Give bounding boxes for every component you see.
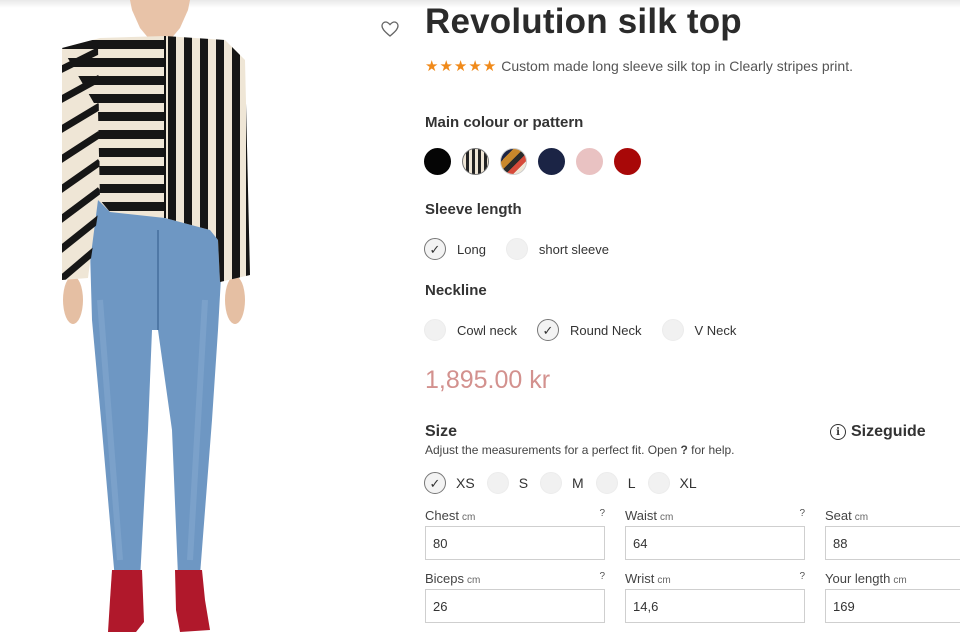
- star-icon: ★: [482, 57, 497, 75]
- field-label: Chest: [425, 508, 459, 523]
- size-option-xs[interactable]: ✓ XS: [424, 472, 475, 494]
- size-option-xl[interactable]: XL: [647, 472, 697, 494]
- info-icon: i: [830, 424, 846, 440]
- field-label: Waist: [625, 508, 658, 523]
- radio[interactable]: [505, 238, 528, 260]
- unit-label: cm: [467, 575, 481, 586]
- field-seat: Seat cm: [825, 508, 960, 560]
- sleeve-option-short[interactable]: short sleeve: [505, 238, 610, 260]
- option-label: Round Neck: [569, 322, 642, 338]
- swatch-pattern[interactable]: [500, 148, 527, 175]
- option-label: XS: [456, 475, 475, 491]
- chest-input[interactable]: [425, 526, 605, 560]
- size-help-prefix: Adjust the measurements for a perfect fi…: [425, 443, 681, 457]
- unit-label: cm: [893, 575, 907, 586]
- colour-label: Main colour or pattern: [425, 114, 584, 131]
- size-options: ✓ XS S M L XL: [424, 472, 709, 494]
- field-label: Biceps: [425, 571, 465, 586]
- radio-selected[interactable]: ✓: [424, 472, 446, 494]
- field-biceps: Biceps cm?: [425, 571, 605, 623]
- star-icon: ★: [439, 57, 453, 75]
- field-label: Seat: [825, 508, 852, 523]
- check-icon: ✓: [429, 475, 441, 491]
- field-label: Wrist: [625, 571, 655, 586]
- length-input[interactable]: [825, 589, 960, 623]
- neckline-option-cowl[interactable]: Cowl neck: [424, 319, 517, 341]
- field-waist: Waist cm?: [625, 508, 805, 560]
- sleeve-options: ✓ Long short sleeve: [424, 238, 629, 260]
- sleeve-label: Sleeve length: [425, 201, 522, 218]
- field-wrist: Wrist cm?: [625, 571, 805, 623]
- star-icon: ★: [453, 57, 468, 75]
- product-description: Custom made long sleeve silk top in Clea…: [501, 58, 853, 74]
- rating-row: ★ ★ ★ ★ ★ Custom made long sleeve silk t…: [425, 58, 853, 74]
- unit-label: cm: [657, 575, 671, 586]
- radio-selected[interactable]: ✓: [424, 238, 446, 260]
- radio[interactable]: [595, 472, 618, 494]
- sizeguide-label: Sizeguide: [851, 423, 926, 440]
- product-title: Revolution silk top: [425, 2, 742, 41]
- option-label: short sleeve: [538, 241, 610, 257]
- heart-icon[interactable]: [380, 19, 400, 39]
- help-icon[interactable]: ?: [799, 508, 805, 523]
- size-option-l[interactable]: L: [595, 472, 636, 494]
- field-label: Your length: [825, 571, 891, 586]
- radio[interactable]: [486, 472, 509, 494]
- unit-label: cm: [660, 512, 674, 523]
- unit-label: cm: [461, 512, 476, 523]
- swatch-navy[interactable]: [538, 148, 565, 175]
- swatch-stripes[interactable]: [462, 148, 489, 175]
- radio[interactable]: [540, 472, 563, 494]
- help-icon[interactable]: ?: [680, 443, 687, 457]
- neckline-option-round[interactable]: ✓ Round Neck: [536, 319, 642, 341]
- swatch-red[interactable]: [614, 148, 641, 175]
- option-label: Long: [457, 241, 486, 257]
- option-label: Cowl neck: [457, 322, 517, 338]
- field-chest: Chest cm?: [425, 508, 605, 560]
- radio[interactable]: [661, 319, 684, 341]
- size-title: Size: [425, 423, 458, 440]
- swatch-black[interactable]: [424, 148, 451, 175]
- help-icon[interactable]: ?: [799, 571, 805, 586]
- neckline-option-v[interactable]: V Neck: [661, 319, 737, 341]
- option-label: XL: [679, 475, 697, 491]
- unit-label: cm: [854, 512, 869, 523]
- option-label: S: [518, 475, 529, 491]
- option-label: M: [572, 475, 584, 491]
- seat-input[interactable]: [825, 526, 960, 560]
- help-icon[interactable]: ?: [599, 571, 605, 586]
- product-image: [40, 0, 290, 632]
- radio[interactable]: [647, 472, 670, 494]
- neckline-options: Cowl neck ✓ Round Neck V Neck: [424, 319, 756, 341]
- size-help-suffix: for help.: [687, 443, 735, 457]
- wrist-input[interactable]: [625, 589, 805, 623]
- waist-input[interactable]: [625, 526, 805, 560]
- check-icon: ✓: [542, 322, 554, 338]
- sizeguide-link[interactable]: i Sizeguide: [830, 423, 926, 441]
- option-label: V Neck: [694, 322, 737, 338]
- star-icon: ★: [468, 57, 482, 75]
- option-label: L: [627, 475, 636, 491]
- radio[interactable]: [424, 319, 446, 341]
- size-option-s[interactable]: S: [486, 472, 529, 494]
- sleeve-option-long[interactable]: ✓ Long: [424, 238, 486, 260]
- swatch-pink[interactable]: [576, 148, 603, 175]
- radio-selected[interactable]: ✓: [536, 319, 559, 341]
- price: 1,895.00 kr: [425, 366, 551, 394]
- colour-swatches: [424, 148, 641, 175]
- neckline-label: Neckline: [425, 282, 487, 299]
- size-option-m[interactable]: M: [540, 472, 584, 494]
- star-icon: ★: [425, 57, 439, 75]
- check-icon: ✓: [429, 241, 441, 257]
- biceps-input[interactable]: [425, 589, 605, 623]
- help-icon[interactable]: ?: [599, 508, 605, 523]
- size-help-text: Adjust the measurements for a perfect fi…: [425, 443, 735, 457]
- field-length: Your length cm: [825, 571, 960, 623]
- star-rating: ★ ★ ★ ★ ★: [425, 59, 496, 74]
